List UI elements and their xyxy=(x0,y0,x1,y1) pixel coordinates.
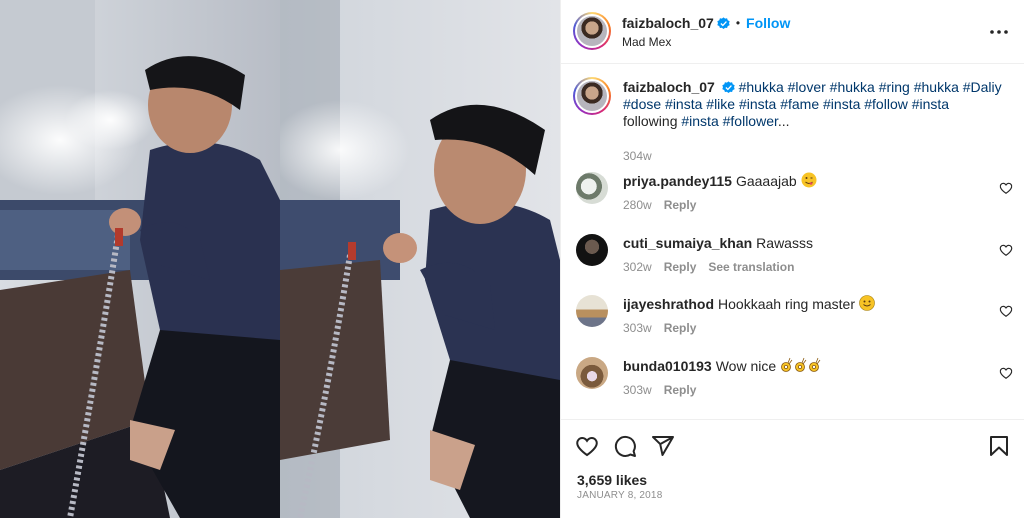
share-icon[interactable] xyxy=(651,434,675,458)
photo-right-half xyxy=(280,0,560,518)
separator-dot: • xyxy=(735,16,741,30)
post-actions: 3,659 likes JANUARY 8, 2018 xyxy=(561,419,1024,518)
post-photo[interactable] xyxy=(0,0,560,518)
commenter-username[interactable]: priya.pandey115 xyxy=(623,173,732,189)
comment-text: Hookkaah ring master xyxy=(718,296,855,312)
smiling-face-emoji-icon xyxy=(859,295,875,311)
commenter-avatar[interactable] xyxy=(576,357,608,389)
author-username[interactable]: faizbaloch_07 xyxy=(622,15,714,31)
commenter-username[interactable]: bunda010193 xyxy=(623,358,712,374)
commenter-avatar[interactable] xyxy=(576,234,608,266)
ok-hand-emoji-icon xyxy=(781,357,821,372)
comment-item: cuti_sumaiya_khan Rawasss 302w Reply See tr… xyxy=(573,234,1013,280)
caption-hashtags-end[interactable]: #insta #follower xyxy=(681,113,778,129)
caption-author-avatar[interactable] xyxy=(573,77,611,115)
heart-icon[interactable] xyxy=(999,366,1013,380)
caption-timestamp[interactable]: 304w xyxy=(623,149,652,163)
caption-ellipsis: ... xyxy=(777,113,790,129)
reply-button[interactable]: Reply xyxy=(664,321,697,335)
commenter-username[interactable]: cuti_sumaiya_khan xyxy=(623,235,752,251)
heart-icon[interactable] xyxy=(999,304,1013,318)
comment-timestamp[interactable]: 280w xyxy=(623,198,652,212)
reply-button[interactable]: Reply xyxy=(664,198,697,212)
comment-item: ijayeshrathod Hookkaah ring master 303w Re… xyxy=(573,295,1013,341)
bookmark-icon[interactable] xyxy=(987,434,1011,458)
follow-button[interactable]: Follow xyxy=(746,15,790,31)
see-translation-button[interactable]: See translation xyxy=(708,260,794,274)
heart-icon[interactable] xyxy=(999,181,1013,195)
post-location[interactable]: Mad Mex xyxy=(622,35,671,49)
comment-item: bunda010193 Wow nice 303w Reply xyxy=(573,357,1013,403)
verified-icon xyxy=(717,16,730,29)
author-avatar[interactable] xyxy=(573,12,611,50)
caption-text-after: following xyxy=(623,113,678,129)
comment-timestamp[interactable]: 303w xyxy=(623,383,652,397)
photo-left-half xyxy=(0,0,280,518)
comment-text: Wow nice xyxy=(715,358,777,374)
heart-icon[interactable] xyxy=(575,434,599,458)
post-date[interactable]: JANUARY 8, 2018 xyxy=(577,490,662,501)
reply-button[interactable]: Reply xyxy=(664,383,697,397)
caption-username[interactable]: faizbaloch_07 xyxy=(623,79,715,95)
comment-text: Gaaaajab xyxy=(735,173,797,189)
comment-text: Rawasss xyxy=(756,235,813,251)
more-icon[interactable] xyxy=(987,22,1011,42)
comment-timestamp[interactable]: 302w xyxy=(623,260,652,274)
verified-icon xyxy=(722,81,735,94)
comment-icon[interactable] xyxy=(613,434,637,458)
heart-icon[interactable] xyxy=(999,243,1013,257)
post-header: faizbaloch_07 • Follow Mad Mex xyxy=(561,0,1024,64)
commenter-avatar[interactable] xyxy=(576,172,608,204)
photo-right-image xyxy=(280,0,560,518)
comment-timestamp[interactable]: 303w xyxy=(623,321,652,335)
caption-text: faizbaloch_07 #hukka #lover #hukka #ring… xyxy=(623,79,1003,130)
commenter-username[interactable]: ijayeshrathod xyxy=(623,296,714,312)
post-side-panel: faizbaloch_07 • Follow Mad Mex faizbaloc… xyxy=(560,0,1024,518)
yum-face-emoji-icon xyxy=(801,172,817,188)
likes-count[interactable]: 3,659 likes xyxy=(577,472,647,488)
reply-button[interactable]: Reply xyxy=(664,260,697,274)
commenter-avatar[interactable] xyxy=(576,295,608,327)
comment-item: priya.pandey115 Gaaaajab 280w Reply xyxy=(573,172,1013,218)
photo-left-image xyxy=(0,0,280,518)
comments-list[interactable]: faizbaloch_07 #hukka #lover #hukka #ring… xyxy=(561,65,1024,418)
